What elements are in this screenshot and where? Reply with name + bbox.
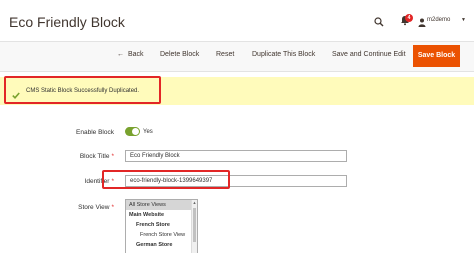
caret-down-icon[interactable]: ▼ (461, 17, 466, 23)
page-actions-toolbar: ← Back Delete Block Reset Duplicate This … (0, 41, 474, 72)
store-option-french-store-view[interactable]: French Store View (126, 230, 197, 240)
toggle-knob (132, 128, 139, 135)
identifier-highlight-box (102, 170, 230, 189)
block-title-input[interactable]: Eco Friendly Block (125, 150, 347, 162)
enable-block-label: Enable Block (76, 129, 114, 136)
back-button[interactable]: ← Back (117, 51, 144, 58)
duplicate-block-button[interactable]: Duplicate This Block (252, 51, 315, 58)
notification-badge[interactable]: 4 (405, 14, 413, 22)
reset-button[interactable]: Reset (216, 51, 234, 58)
store-view-scrollbar[interactable]: ▲ (191, 200, 197, 253)
store-view-label: Store View * (4, 204, 114, 211)
user-icon[interactable] (418, 14, 426, 32)
message-highlight-box (4, 76, 161, 104)
back-button-label: Back (128, 51, 144, 58)
user-name[interactable]: m2demo (427, 17, 450, 23)
store-view-label-text: Store View (78, 204, 110, 211)
save-block-button[interactable]: Save Block (413, 45, 460, 67)
enable-block-value: Yes (143, 129, 153, 135)
arrow-left-icon: ← (117, 51, 124, 58)
store-option-all[interactable]: All Store Views (126, 200, 197, 210)
identifier-label: Identifier * (4, 178, 114, 185)
delete-block-button[interactable]: Delete Block (160, 51, 199, 58)
required-marker: * (111, 204, 114, 211)
store-option-german-store: German Store (136, 242, 173, 248)
block-title-label: Block Title * (4, 153, 114, 160)
scroll-up-icon[interactable]: ▲ (192, 200, 197, 206)
scroll-thumb[interactable] (193, 208, 196, 242)
save-and-continue-button[interactable]: Save and Continue Edit (332, 51, 406, 58)
required-marker: * (111, 153, 114, 160)
enable-block-toggle[interactable] (125, 127, 140, 136)
block-title-label-text: Block Title (79, 153, 110, 160)
page-title: Eco Friendly Block (9, 14, 125, 30)
store-view-multiselect[interactable]: All Store Views Main Website French Stor… (125, 199, 198, 253)
store-option-french-store: French Store (136, 222, 170, 228)
store-option-main-website: Main Website (129, 212, 165, 218)
search-icon[interactable] (374, 14, 384, 32)
